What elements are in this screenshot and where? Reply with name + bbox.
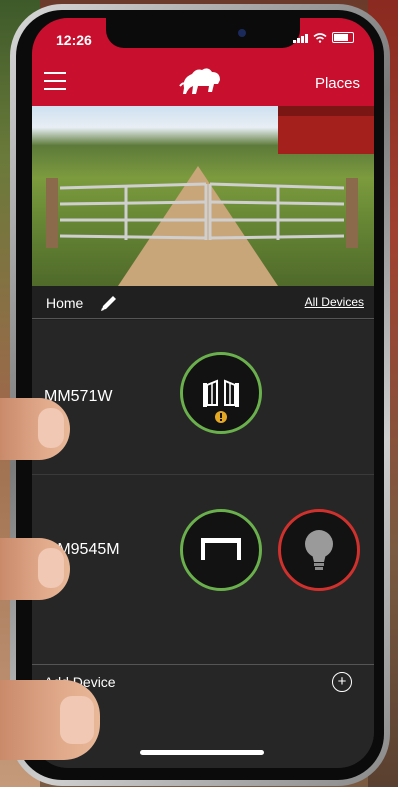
app-screen: 12:26 Places Home All Devices MM571W MM9… bbox=[32, 18, 374, 768]
list-spacer bbox=[32, 630, 374, 664]
garage-door-icon bbox=[201, 538, 241, 560]
status-bar: 12:26 bbox=[32, 18, 374, 58]
nav-bar: Places bbox=[32, 58, 374, 106]
fingernail bbox=[38, 408, 64, 448]
light-bulb-icon bbox=[305, 530, 333, 570]
edit-pencil-icon[interactable] bbox=[98, 292, 120, 314]
barn bbox=[278, 106, 374, 154]
places-button[interactable]: Places bbox=[315, 75, 360, 92]
finger bbox=[0, 398, 70, 460]
fingernail bbox=[38, 548, 64, 588]
camera-icon bbox=[238, 29, 246, 37]
notch bbox=[106, 18, 300, 48]
garage-door-button[interactable] bbox=[180, 509, 262, 591]
gate-opener-button[interactable] bbox=[180, 352, 262, 434]
farm-gate-illustration bbox=[46, 178, 358, 248]
battery-icon bbox=[332, 32, 354, 43]
finger bbox=[0, 680, 100, 760]
signal-icon bbox=[293, 33, 308, 43]
device-row: MM571W i bbox=[32, 320, 374, 475]
location-header: Home All Devices bbox=[32, 286, 374, 319]
add-icon[interactable]: + bbox=[332, 672, 352, 692]
menu-icon[interactable] bbox=[44, 72, 66, 90]
home-indicator[interactable] bbox=[140, 750, 264, 755]
location-name: Home bbox=[46, 295, 84, 311]
finger bbox=[0, 538, 70, 600]
lion-logo-icon bbox=[179, 68, 220, 94]
hero-photo bbox=[32, 106, 374, 286]
status-time: 12:26 bbox=[56, 32, 92, 48]
light-button[interactable] bbox=[278, 509, 360, 591]
fingernail bbox=[60, 696, 94, 744]
gate-opener-icon bbox=[203, 379, 239, 423]
device-row: MM9545M i bbox=[32, 475, 374, 631]
wifi-icon bbox=[313, 32, 327, 43]
system-indicators bbox=[293, 32, 354, 43]
all-devices-link[interactable]: All Devices bbox=[305, 295, 364, 309]
